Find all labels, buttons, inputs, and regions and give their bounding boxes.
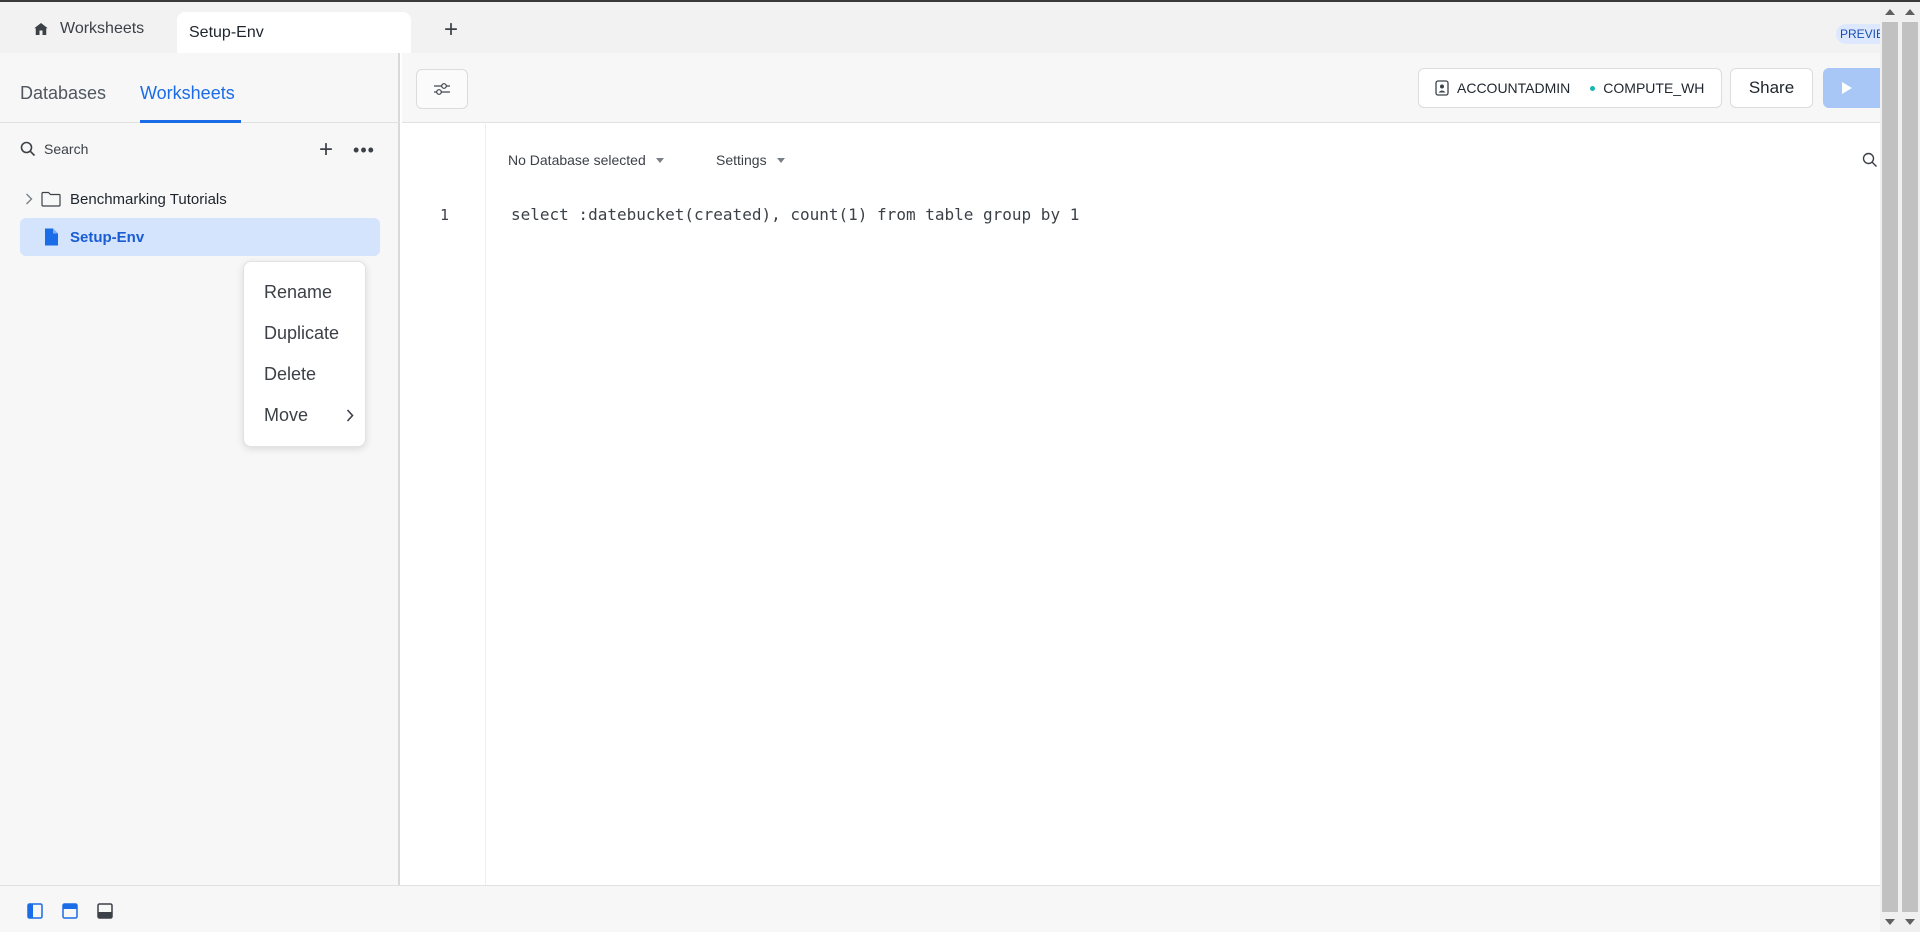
user-badge-icon: [1435, 80, 1449, 96]
chevron-right-icon[interactable]: [20, 193, 38, 205]
home-icon: [34, 22, 48, 35]
layout-sidebar-icon[interactable]: [27, 903, 43, 919]
left-panel: Databases Worksheets Search + ••• Benchm…: [0, 53, 400, 885]
tab-home-worksheets[interactable]: Worksheets: [22, 12, 154, 45]
more-options-button[interactable]: •••: [352, 139, 376, 161]
menu-item-rename[interactable]: Rename: [264, 282, 354, 303]
context-menu: Rename Duplicate Delete Move: [243, 261, 366, 447]
sliders-icon: [434, 83, 450, 95]
editor-gutter: [402, 124, 486, 885]
tab-bar: Worksheets Setup-Env + PREVIEW: [0, 2, 1880, 53]
layout-bottom-icon[interactable]: [97, 903, 113, 919]
warehouse-label: COMPUTE_WH: [1603, 80, 1705, 96]
tree-item-label: Benchmarking Tutorials: [70, 190, 227, 208]
menu-item-delete[interactable]: Delete: [264, 364, 354, 385]
tree-item-worksheet[interactable]: Setup-Env: [20, 218, 380, 256]
status-dot: [1590, 85, 1596, 91]
editor-header: ACCOUNTADMIN COMPUTE_WH Share: [402, 53, 1880, 123]
tree-item-label: Setup-Env: [70, 228, 145, 246]
active-tab-underline: [140, 120, 241, 123]
preview-badge: PREVIEW: [1836, 24, 1880, 44]
preview-badge-label: PREVIEW: [1840, 27, 1880, 41]
add-worksheet-button[interactable]: +: [315, 136, 337, 163]
scrollbar-thumb[interactable]: [1902, 22, 1918, 912]
play-icon: [1842, 82, 1852, 94]
scrollbar[interactable]: [1880, 2, 1920, 932]
folder-icon: [40, 190, 62, 208]
search-input[interactable]: Search: [20, 141, 88, 157]
scrollbar-thumb[interactable]: [1882, 22, 1898, 912]
code-line[interactable]: select :datebucket(created), count(1) fr…: [511, 205, 1079, 224]
caret-down-icon: [776, 157, 785, 163]
plus-icon: +: [443, 16, 458, 43]
scroll-up-arrow[interactable]: [1905, 9, 1915, 15]
bottom-bar: [0, 885, 1880, 932]
layout-top-icon[interactable]: [62, 903, 78, 919]
tab-setup-env[interactable]: Setup-Env: [177, 12, 411, 53]
settings-dropdown[interactable]: Settings: [716, 152, 785, 168]
tab-active-label: Setup-Env: [189, 23, 264, 41]
caret-down-icon: [655, 157, 664, 163]
tree-item-folder[interactable]: Benchmarking Tutorials: [20, 180, 380, 218]
scroll-up-arrow[interactable]: [1885, 9, 1895, 15]
database-selector[interactable]: No Database selected: [508, 152, 664, 168]
menu-item-duplicate[interactable]: Duplicate: [264, 323, 354, 344]
left-panel-tabs: Databases Worksheets: [0, 53, 400, 123]
filter-button[interactable]: [416, 69, 468, 109]
editor: No Database selected Settings 1 select :…: [402, 124, 1880, 885]
chevron-right-icon: [346, 409, 354, 422]
add-tab-button[interactable]: +: [437, 16, 465, 44]
menu-item-move[interactable]: Move: [264, 405, 354, 426]
run-button[interactable]: [1823, 68, 1880, 108]
plus-icon: +: [318, 136, 333, 163]
share-button[interactable]: Share: [1730, 68, 1813, 108]
search-icon: [20, 141, 36, 157]
role-label: ACCOUNTADMIN: [1457, 80, 1571, 96]
tab-databases[interactable]: Databases: [20, 83, 106, 104]
scroll-down-arrow[interactable]: [1885, 919, 1895, 925]
search-icon[interactable]: [1862, 152, 1878, 168]
role-warehouse-selector[interactable]: ACCOUNTADMIN COMPUTE_WH: [1418, 68, 1722, 108]
ellipsis-icon: •••: [353, 139, 375, 160]
worksheet-icon: [40, 228, 62, 246]
line-number: 1: [440, 206, 450, 224]
search-placeholder: Search: [44, 141, 89, 157]
tab-home-label: Worksheets: [60, 19, 145, 37]
scroll-down-arrow[interactable]: [1905, 919, 1915, 925]
tab-worksheets[interactable]: Worksheets: [140, 83, 235, 104]
